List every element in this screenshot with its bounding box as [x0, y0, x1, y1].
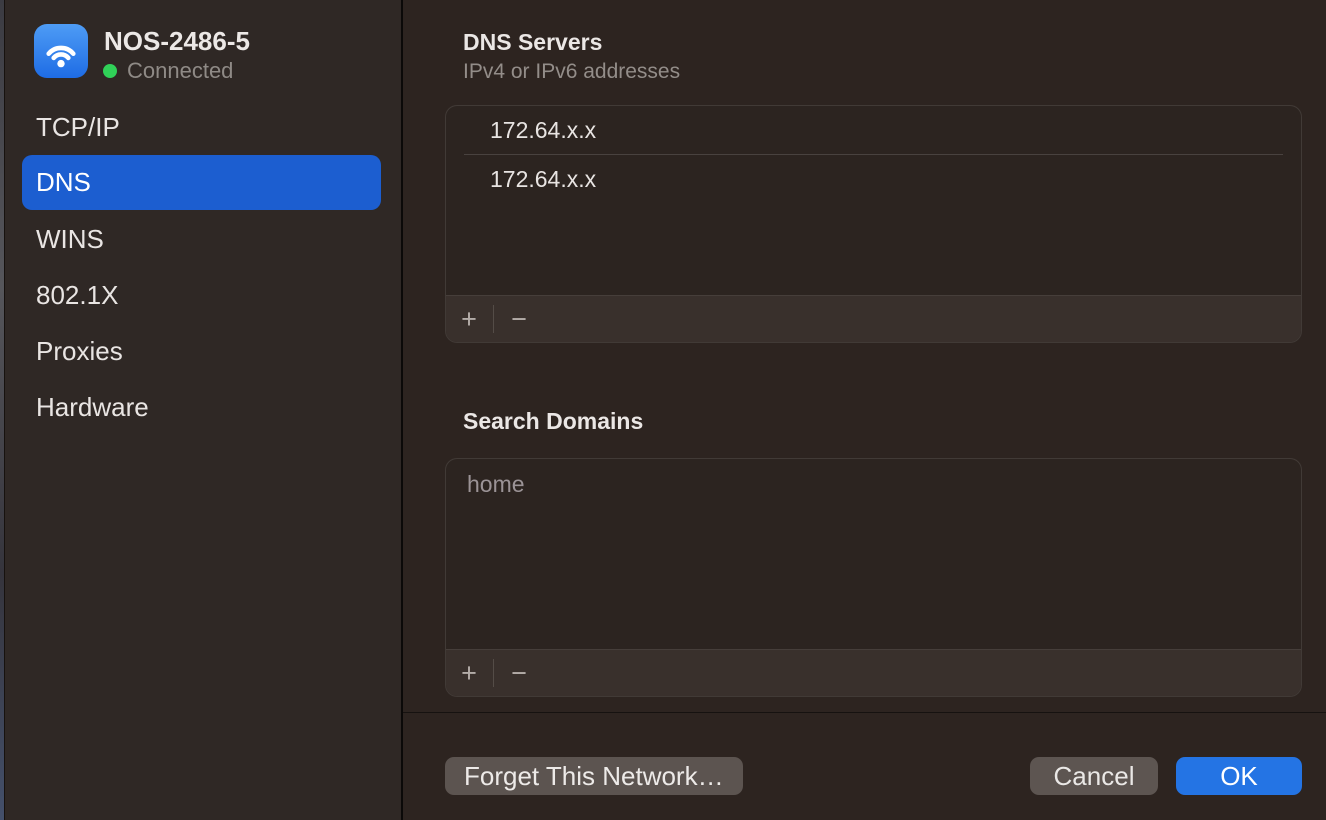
dns-servers-subtitle: IPv4 or IPv6 addresses [463, 60, 680, 84]
wifi-details-dialog: NOS-2486-5 Connected TCP/IP DNS WINS 802… [0, 0, 1326, 820]
network-status: Connected [103, 58, 233, 84]
cancel-button[interactable]: Cancel [1030, 757, 1158, 795]
sidebar-item-dns[interactable]: DNS [22, 155, 381, 210]
remove-dns-server-button[interactable]: − [502, 296, 536, 342]
dns-servers-list-toolbar: + − [446, 295, 1301, 342]
search-domains-title: Search Domains [463, 408, 643, 435]
sidebar-divider [401, 0, 403, 820]
dns-settings-pane: DNS Servers IPv4 or IPv6 addresses 172.6… [403, 0, 1326, 820]
window-edge [0, 0, 5, 820]
sidebar-item-wins[interactable]: WINS [0, 211, 401, 267]
sidebar-item-hardware[interactable]: Hardware [0, 379, 401, 435]
dns-server-row[interactable]: 172.64.x.x [446, 155, 1301, 203]
dns-servers-list: 172.64.x.x 172.64.x.x + − [445, 105, 1302, 343]
network-name: NOS-2486-5 [104, 26, 250, 57]
add-search-domain-button[interactable]: + [452, 650, 486, 696]
add-dns-server-button[interactable]: + [452, 296, 486, 342]
footer-divider [403, 712, 1326, 713]
search-domain-row[interactable]: home [446, 459, 1301, 509]
ok-button[interactable]: OK [1176, 757, 1302, 795]
remove-search-domain-button[interactable]: − [502, 650, 536, 696]
search-domain-value: home [467, 471, 525, 497]
search-domains-list: home + − [445, 458, 1302, 697]
dns-server-row[interactable]: 172.64.x.x [446, 106, 1301, 154]
toolbar-separator [493, 305, 494, 333]
search-domains-list-toolbar: + − [446, 649, 1301, 696]
network-status-label: Connected [127, 58, 233, 84]
sidebar: NOS-2486-5 Connected TCP/IP DNS WINS 802… [0, 0, 401, 820]
sidebar-item-8021x[interactable]: 802.1X [0, 267, 401, 323]
toolbar-separator [493, 659, 494, 687]
wifi-icon [34, 24, 88, 78]
dns-servers-title: DNS Servers [463, 29, 602, 56]
sidebar-item-tcpip[interactable]: TCP/IP [0, 99, 401, 155]
sidebar-item-proxies[interactable]: Proxies [0, 323, 401, 379]
sidebar-nav: TCP/IP DNS WINS 802.1X Proxies Hardware [0, 99, 401, 435]
dns-server-value: 172.64.x.x [490, 117, 596, 143]
forget-network-button[interactable]: Forget This Network… [445, 757, 743, 795]
connected-status-dot [103, 64, 117, 78]
dns-server-value: 172.64.x.x [490, 166, 596, 192]
